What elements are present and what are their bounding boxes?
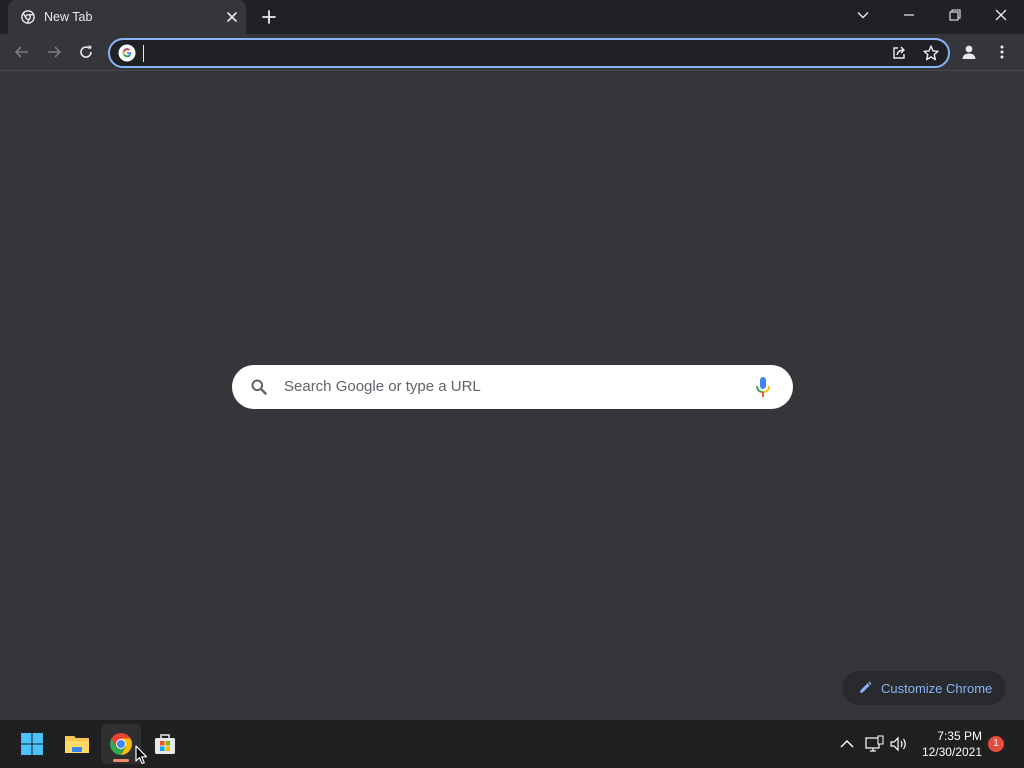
restore-button[interactable] [932,0,978,30]
close-window-button[interactable] [978,0,1024,30]
menu-button[interactable] [990,40,1014,64]
reload-button[interactable] [74,40,98,64]
microphone-icon[interactable] [754,376,772,398]
microsoft-store-button[interactable] [145,724,185,764]
close-tab-icon[interactable] [224,9,240,25]
new-tab-page: Search Google or type a URL Customize Ch… [0,71,1024,720]
store-icon [155,734,175,754]
active-app-indicator [113,759,129,762]
address-bar[interactable] [108,38,950,68]
address-input[interactable] [142,43,866,65]
close-icon [995,9,1007,21]
search-placeholder: Search Google or type a URL [284,378,481,395]
back-button[interactable] [10,40,34,64]
network-icon[interactable] [864,734,884,754]
new-tab-icon[interactable] [260,8,278,26]
search-icon [251,379,267,395]
star-icon[interactable] [922,44,940,62]
chevron-up-icon[interactable] [837,734,857,754]
minimize-button[interactable] [886,0,932,30]
kebab-menu-icon [1000,45,1004,59]
folder-icon [65,736,89,753]
clock-time: 7:35 PM [937,729,982,743]
volume-icon[interactable] [888,734,908,754]
windows-icon [21,733,43,755]
toolbar [0,34,1024,71]
profile-icon [962,45,976,59]
google-icon [118,44,136,62]
tab-new-tab[interactable]: New Tab [8,0,246,34]
title-bar: New Tab [0,0,1024,34]
pencil-icon [860,681,872,693]
file-explorer-button[interactable] [57,724,97,764]
profile-button[interactable] [957,40,981,64]
ntp-search-box[interactable]: Search Google or type a URL [232,365,793,409]
reload-icon [80,45,92,58]
forward-button[interactable] [42,40,66,64]
arrow-left-icon [14,46,28,58]
chrome-app-icon [110,733,132,755]
notification-badge[interactable]: 1 [988,736,1004,752]
chrome-icon [21,10,35,24]
share-icon[interactable] [890,44,908,62]
clock-date: 12/30/2021 [921,745,982,759]
tab-search-button[interactable] [840,0,886,30]
customize-chrome-button[interactable]: Customize Chrome [842,671,1006,705]
tab-title: New Tab [44,10,93,24]
clock[interactable]: 7:35 PM 12/30/2021 [916,728,982,760]
arrow-right-icon [48,46,62,58]
restore-icon [949,9,961,21]
start-button[interactable] [12,724,52,764]
text-caret [143,45,144,62]
mouse-cursor-icon [135,745,147,765]
customize-chrome-label: Customize Chrome [881,681,993,696]
taskbar: 7:35 PM 12/30/2021 1 [0,720,1024,768]
minimize-icon [904,14,914,16]
chevron-down-icon [857,12,869,19]
